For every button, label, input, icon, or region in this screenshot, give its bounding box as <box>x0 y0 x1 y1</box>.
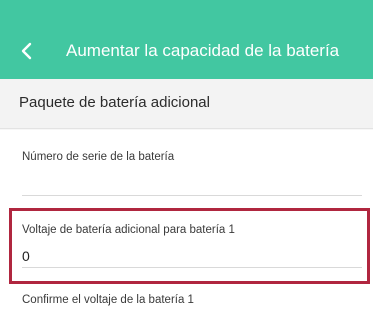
top-app-bar: Aumentar la capacidad de la batería <box>0 0 373 79</box>
page-title: Aumentar la capacidad de la batería <box>66 41 340 60</box>
chevron-left-icon <box>14 38 40 64</box>
confirm-voltage-field[interactable] <box>22 312 362 334</box>
serial-number-label: Número de serie de la batería <box>22 151 175 163</box>
back-button[interactable] <box>14 38 40 64</box>
app-screen: Aumentar la capacidad de la batería Paqu… <box>0 0 373 334</box>
additional-voltage-label: Voltaje de batería adicional para baterí… <box>22 224 235 236</box>
confirm-voltage-label: Confirme el voltaje de la batería 1 <box>22 294 194 306</box>
additional-voltage-field[interactable] <box>22 244 362 268</box>
section-header: Paquete de batería adicional <box>0 79 373 129</box>
section-title: Paquete de batería adicional <box>19 94 210 111</box>
serial-number-field[interactable] <box>22 172 362 196</box>
